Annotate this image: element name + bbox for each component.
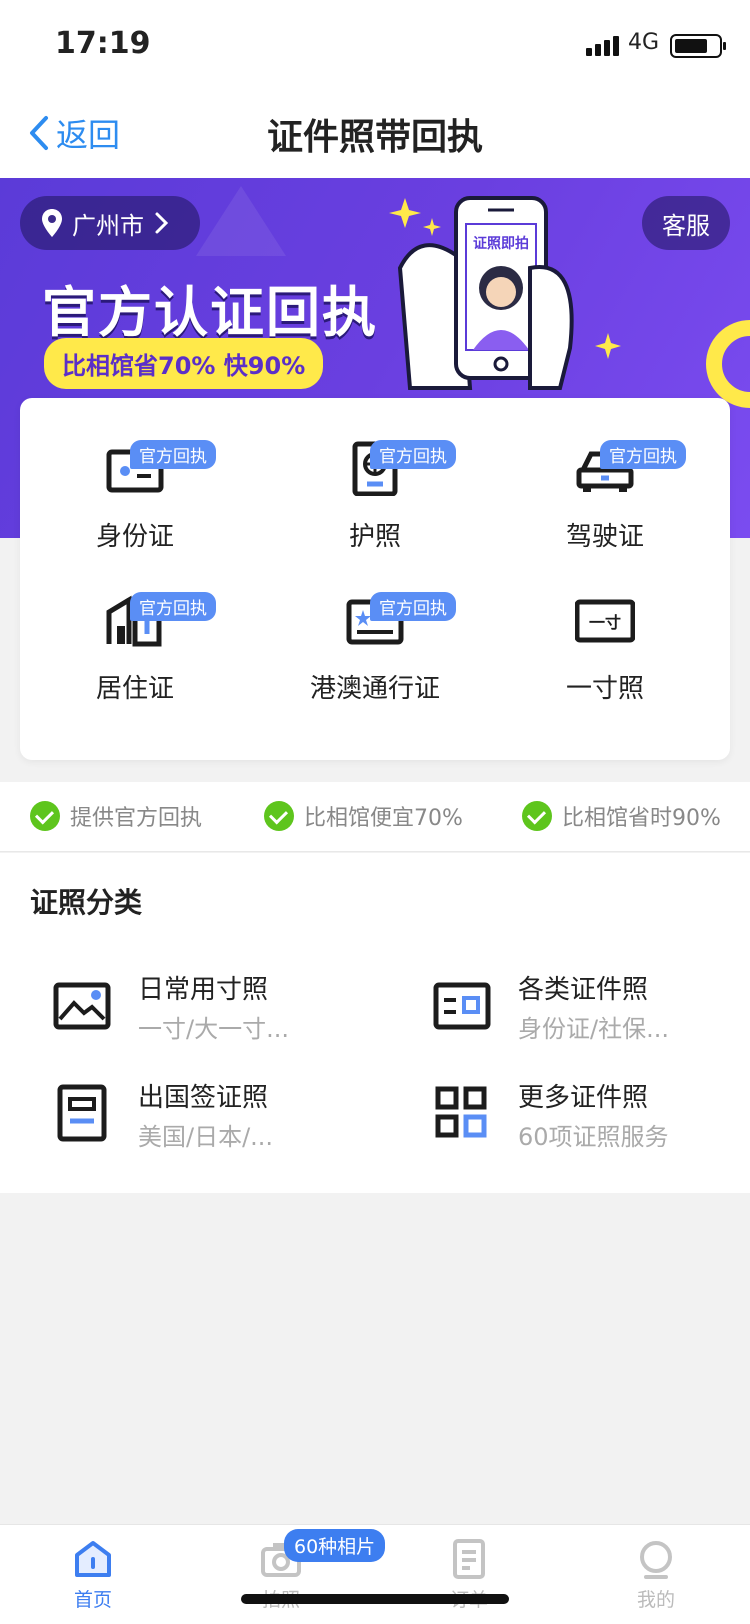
doc-type-label: 驾驶证 [565,522,644,552]
category-title: 证照分类 [30,886,143,919]
tab-profile[interactable]: 我的 [596,1537,716,1612]
tab-home[interactable]: 首页 [33,1537,153,1612]
doc-type-card: 官方回执 身份证 官方回执 护照 官方回执 驾驶证 官方回执 居住证 官方回执 … [20,398,730,760]
customer-service-button[interactable]: 客服 [642,196,730,250]
visa-icon [57,1084,107,1142]
home-indicator [241,1594,509,1604]
photo-count-badge: 60种相片 [284,1529,386,1562]
doc-type-label: 身份证 [95,522,174,552]
doc-type-driving-license[interactable]: 官方回执 驾驶证 [490,398,720,552]
chevron-right-icon [155,212,169,234]
network-label: 4G [628,30,660,55]
category-name: 各类证件照 [518,975,649,1005]
category-daily-photo[interactable]: 日常用寸照 一寸/大一寸... [30,963,370,1053]
doc-type-label: 护照 [348,522,401,552]
category-desc: 美国/日本/... [138,1123,274,1151]
official-receipt-badge: 官方回执 [600,440,686,469]
doc-type-passport[interactable]: 官方回执 护照 [260,398,490,552]
phone-illustration: 证照即拍 [389,196,621,390]
feature-item: 比相馆便宜70% [264,800,463,832]
tab-label: 我的 [636,1589,675,1611]
triangle-decoration [196,186,286,256]
check-icon [264,801,294,831]
tab-label: 首页 [73,1589,112,1611]
page-title: 证件照带回执 [266,117,483,158]
category-name: 更多证件照 [518,1083,649,1113]
doc-type-id-card[interactable]: 官方回执 身份证 [20,398,250,552]
tab-bar: 首页 拍照 60种相片 订单 我的 [0,1524,750,1624]
official-receipt-badge: 官方回执 [130,440,216,469]
features-bar: 提供官方回执 比相馆便宜70% 比相馆省时90% [0,782,750,852]
profile-icon [640,1541,672,1579]
battery-icon [670,34,726,58]
doc-type-residence-permit[interactable]: 官方回执 居住证 [20,550,250,704]
doc-type-label: 居住证 [95,674,174,704]
official-receipt-badge: 官方回执 [370,592,456,621]
banner-title: 官方认证回执 [42,281,378,344]
one-inch-icon-text: 一寸 [589,613,621,632]
one-inch-photo-icon: 一寸 [575,599,635,643]
image-icon [53,982,111,1030]
status-time: 17:19 [55,26,151,61]
doc-type-label: 一寸照 [565,674,644,704]
doc-type-one-inch-photo[interactable]: 一寸 一寸照 [490,550,720,704]
check-icon [522,801,552,831]
location-pin-icon [42,209,62,237]
grid-icon [435,1086,487,1138]
category-visa-photo[interactable]: 出国签证照 美国/日本/... [30,1071,370,1161]
feature-item: 提供官方回执 [30,800,202,832]
doc-type-label: 港澳通行证 [309,674,440,704]
category-more-photos[interactable]: 更多证件照 60项证照服务 [410,1071,750,1161]
home-icon [75,1541,111,1577]
phone-caption: 证照即拍 [473,235,529,252]
nav-bar: 返回 证件照带回执 [0,88,750,178]
category-desc: 一寸/大一寸... [138,1015,289,1043]
check-icon [30,801,60,831]
feature-text: 比相馆省时90% [562,806,721,831]
card-icon [433,982,491,1030]
category-name: 出国签证照 [138,1083,269,1113]
category-name: 日常用寸照 [138,975,269,1005]
status-bar: 17:19 4G [0,0,750,88]
category-id-photos[interactable]: 各类证件照 身份证/社保... [410,963,750,1053]
doc-type-hk-macau-permit[interactable]: 官方回执 港澳通行证 [260,550,490,704]
city-selector[interactable]: 广州市 [20,196,200,250]
official-receipt-badge: 官方回执 [370,440,456,469]
signal-icon [586,36,619,56]
feature-item: 比相馆省时90% [522,800,721,832]
feature-text: 比相馆便宜70% [304,806,463,831]
city-label: 广州市 [72,211,144,240]
order-icon [453,1539,485,1579]
category-section: 证照分类 日常用寸照 一寸/大一寸... 各类证件照 身份证/社保... 出国签… [0,853,750,1193]
category-desc: 身份证/社保... [518,1015,669,1043]
category-desc: 60项证照服务 [518,1123,669,1151]
official-receipt-badge: 官方回执 [130,592,216,621]
banner-subtitle: 比相馆省70% 快90% [44,338,324,389]
feature-text: 提供官方回执 [70,806,203,831]
